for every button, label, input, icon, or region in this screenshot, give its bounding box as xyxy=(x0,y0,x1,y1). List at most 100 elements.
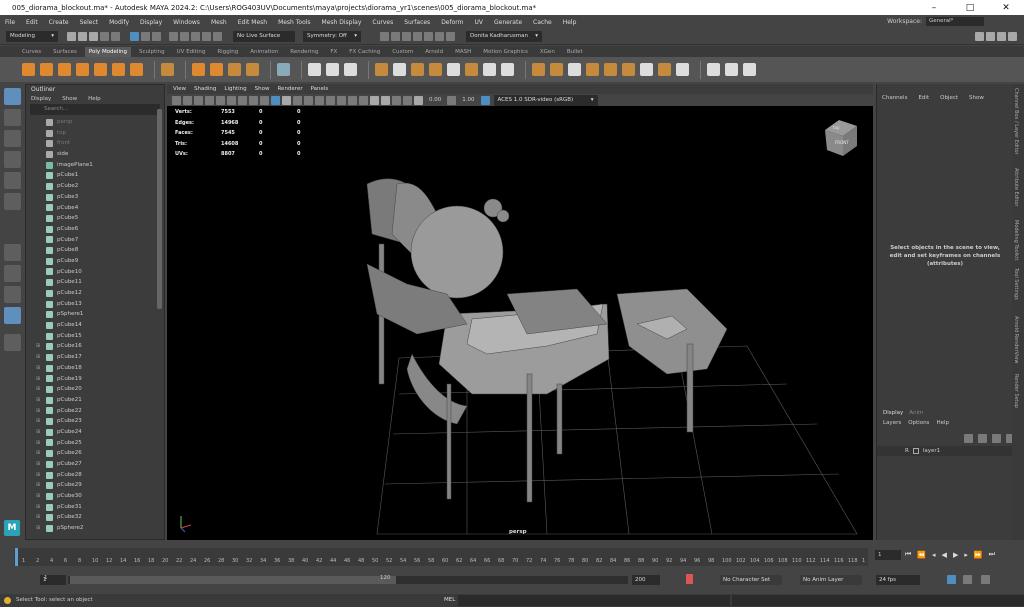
fps-dropdown[interactable]: 24 fps xyxy=(876,575,920,585)
outliner-item[interactable]: pCube8 xyxy=(26,245,158,256)
menu-surfaces[interactable]: Surfaces xyxy=(404,19,430,26)
camera-attributes-icon[interactable] xyxy=(183,95,192,105)
select-tool-icon[interactable] xyxy=(3,88,21,105)
expand-arrow-icon[interactable]: ⊞ xyxy=(36,374,46,385)
expand-arrow-icon[interactable]: ⊞ xyxy=(36,523,46,534)
menu-create[interactable]: Create xyxy=(49,19,69,26)
target-weld-icon[interactable] xyxy=(725,63,738,76)
maya-home-icon[interactable]: M xyxy=(4,520,20,536)
current-frame-field[interactable]: 1 xyxy=(875,550,901,560)
shelf-tab-surfaces[interactable]: Surfaces xyxy=(49,47,81,57)
snap-curve-icon[interactable] xyxy=(180,32,189,41)
layer-color-swatch[interactable] xyxy=(912,448,919,454)
viewport-menu-shading[interactable]: Shading xyxy=(194,86,216,92)
menu-edit[interactable]: Edit xyxy=(26,19,38,26)
grid-toggle-icon[interactable] xyxy=(216,95,225,105)
side-tab-tool-settings[interactable]: Tool Settings xyxy=(1013,268,1019,300)
outliner-item[interactable]: pCube10 xyxy=(26,267,158,278)
outliner-item[interactable]: pCube13 xyxy=(26,299,158,310)
close-button[interactable]: ✕ xyxy=(988,3,1024,13)
layer-reference-toggle[interactable]: R xyxy=(905,448,909,454)
new-scene-icon[interactable] xyxy=(67,32,76,41)
menu-mesh[interactable]: Mesh xyxy=(211,19,227,26)
expand-arrow-icon[interactable]: ⊞ xyxy=(36,341,46,352)
camera-icon[interactable] xyxy=(446,32,455,41)
ipr-icon[interactable] xyxy=(402,32,411,41)
expand-arrow-icon[interactable]: ⊞ xyxy=(36,352,46,363)
menu-display[interactable]: Display xyxy=(140,19,162,26)
select-camera-icon[interactable] xyxy=(172,95,181,105)
new-layer-icon[interactable] xyxy=(992,434,1001,443)
outliner-item[interactable]: pCube6 xyxy=(26,224,158,235)
gamma-icon[interactable] xyxy=(447,95,457,105)
shelf-tab-rigging[interactable]: Rigging xyxy=(213,47,242,57)
four-view-layout-icon[interactable] xyxy=(3,265,21,282)
default-material-icon[interactable] xyxy=(293,95,302,105)
outliner-item[interactable]: ⊞ pCube20 xyxy=(26,384,158,395)
outliner-item[interactable]: ⊞ pCube25 xyxy=(26,438,158,449)
outliner-item[interactable]: persp xyxy=(26,117,158,128)
user-account-dropdown[interactable]: Donita Kadharusman ▾ xyxy=(466,31,542,42)
viewport-menu-panels[interactable]: Panels xyxy=(311,86,329,92)
side-tab-modeling-toolkit[interactable]: Modeling Toolkit xyxy=(1013,220,1019,260)
outliner-item[interactable]: pCube7 xyxy=(26,235,158,246)
menu-curves[interactable]: Curves xyxy=(372,19,393,26)
gamma-value[interactable]: 1.00 xyxy=(462,97,474,103)
loop-icon[interactable] xyxy=(947,575,956,584)
scene-end-field[interactable]: 200 xyxy=(632,575,660,585)
scale-tool-icon[interactable] xyxy=(3,193,21,210)
move-layer-up-icon[interactable] xyxy=(964,434,973,443)
range-slider[interactable] xyxy=(68,576,628,584)
booleans-icon[interactable] xyxy=(429,63,442,76)
outliner-item[interactable]: ⊞ pCube28 xyxy=(26,470,158,481)
layer-menu-help[interactable]: Help xyxy=(936,420,949,429)
viewcube[interactable]: top FRONT xyxy=(825,120,857,156)
merge-icon[interactable] xyxy=(604,63,617,76)
outliner-item[interactable]: ⊞ pCube31 xyxy=(26,502,158,513)
side-tab-channel-box-layer-editor[interactable]: Channel Box / Layer Editor xyxy=(1013,88,1019,155)
expand-arrow-icon[interactable]: ⊞ xyxy=(36,470,46,481)
film-gate-icon[interactable] xyxy=(227,95,236,105)
shelf-tab-arnold[interactable]: Arnold xyxy=(421,47,447,57)
play-backwards-icon[interactable]: ◀ xyxy=(942,551,947,559)
animation-preferences-icon[interactable] xyxy=(981,575,990,584)
depth-of-field-icon[interactable] xyxy=(359,95,368,105)
outliner-menu-help[interactable]: Help xyxy=(88,96,101,102)
collapse-icon[interactable] xyxy=(622,63,635,76)
type-tool-icon[interactable] xyxy=(228,63,241,76)
perspective-viewport[interactable]: View Shading Lighting Show Renderer Panels 0.… xyxy=(167,84,873,540)
outliner-item[interactable]: ⊞ pCube24 xyxy=(26,427,158,438)
shelf-tab-xgen[interactable]: XGen xyxy=(536,47,559,57)
rotate-tool-icon[interactable] xyxy=(3,172,21,189)
outliner-item[interactable]: ⊞ pCube17 xyxy=(26,352,158,363)
xray-joints-icon[interactable] xyxy=(392,95,401,105)
expand-arrow-icon[interactable]: ⊞ xyxy=(36,491,46,502)
smooth-shade-icon[interactable] xyxy=(282,95,291,105)
expand-arrow-icon[interactable]: ⊞ xyxy=(36,427,46,438)
outliner-item[interactable]: pCube4 xyxy=(26,203,158,214)
channel-box-menu-object[interactable]: Object xyxy=(940,95,958,101)
menu-select[interactable]: Select xyxy=(80,19,99,26)
cleanup-icon[interactable] xyxy=(483,63,496,76)
modeling-toolkit-icon[interactable] xyxy=(277,63,290,76)
layer-menu-options[interactable]: Options xyxy=(908,420,929,429)
poly-sphere-icon[interactable] xyxy=(22,63,35,76)
symmetry-dropdown[interactable]: Symmetry: Off ▾ xyxy=(303,31,361,42)
channel-box-toggle-icon[interactable] xyxy=(986,32,995,41)
step-back-frame-icon[interactable]: ◂ xyxy=(932,551,936,559)
shelf-tab-motion-graphics[interactable]: Motion Graphics xyxy=(479,47,532,57)
workspace-dropdown[interactable]: General* xyxy=(926,17,984,26)
gate-mask-icon[interactable] xyxy=(249,95,258,105)
wedge-icon[interactable] xyxy=(658,63,671,76)
outliner-item[interactable]: ⊞ pCube21 xyxy=(26,395,158,406)
shelf-tab-fx[interactable]: FX xyxy=(326,47,341,57)
step-back-key-icon[interactable]: ⏪ xyxy=(917,551,926,559)
range-slider-handle[interactable] xyxy=(70,576,396,584)
viewport-menu-renderer[interactable]: Renderer xyxy=(277,86,302,92)
xray-icon[interactable] xyxy=(381,95,390,105)
bridge-icon[interactable] xyxy=(550,63,563,76)
sweep-mesh-icon[interactable] xyxy=(210,63,223,76)
undo-icon[interactable] xyxy=(100,32,109,41)
expand-arrow-icon[interactable]: ⊞ xyxy=(36,448,46,459)
menu-mesh-tools[interactable]: Mesh Tools xyxy=(278,19,310,26)
